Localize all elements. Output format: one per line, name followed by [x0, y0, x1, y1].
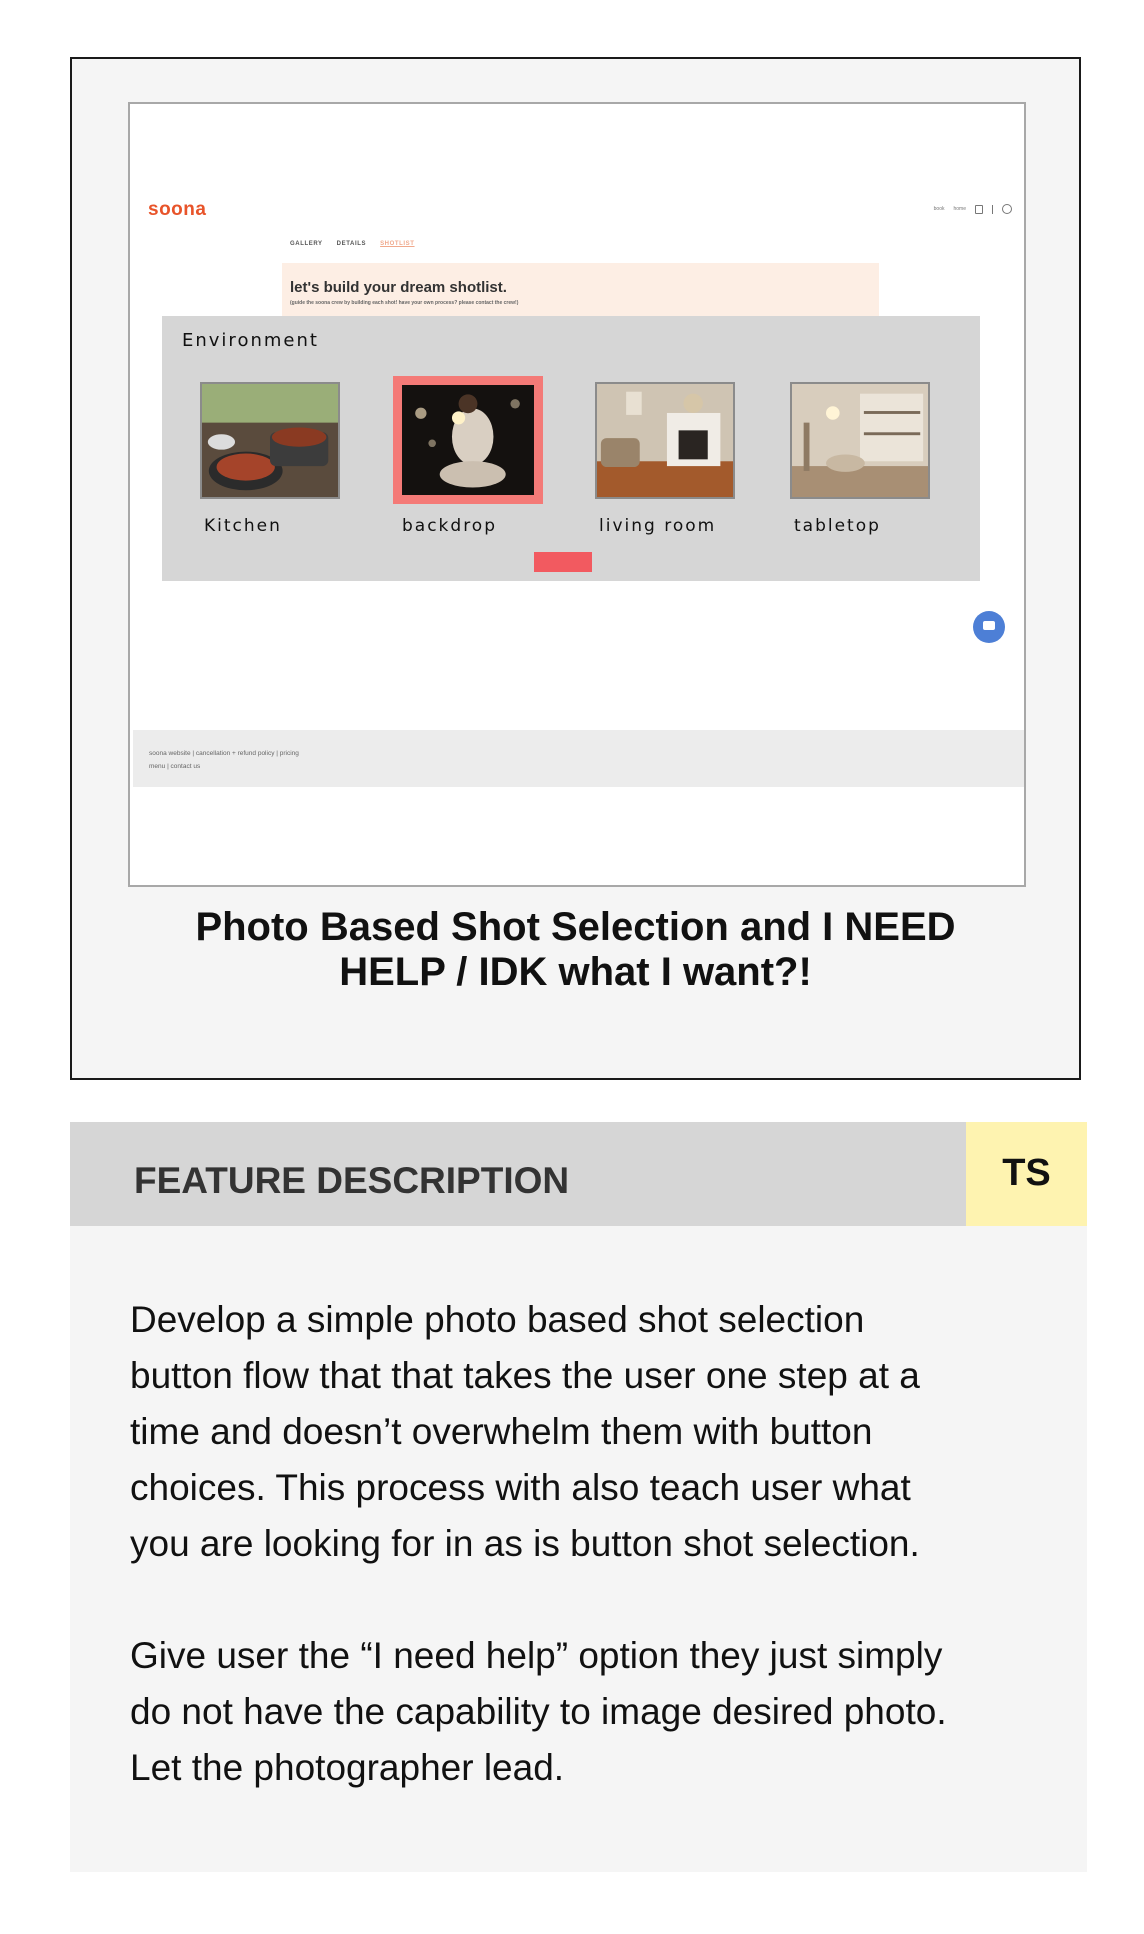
tabletop-photo[interactable]: [790, 382, 930, 499]
p1-line-1: Develop a simple photo based shot select…: [130, 1299, 865, 1340]
shotlist-banner: let's build your dream shotlist. (guide …: [282, 263, 879, 317]
p2-line-2: do not have the capability to image desi…: [130, 1691, 947, 1732]
sub-nav: GALLERY DETAILS SHOTLIST: [290, 241, 415, 247]
nav-divider: [992, 204, 993, 214]
caption-line-1: Photo Based Shot Selection and I NEED: [195, 905, 956, 949]
ts-tag: TS: [966, 1122, 1087, 1226]
feature-description-header: FEATURE DESCRIPTION: [70, 1122, 966, 1226]
option-living-room-label: living room: [599, 516, 717, 536]
option-tabletop-label: tabletop: [794, 516, 881, 536]
shopping-bag-icon[interactable]: [975, 204, 983, 214]
feature-description-title: FEATURE DESCRIPTION: [134, 1160, 570, 1201]
banner-subtitle: (guide the soona crew by building each s…: [290, 300, 519, 306]
p1-line-3: time and doesn’t overwhelm them with but…: [130, 1411, 873, 1452]
picker-label: Environment: [182, 330, 319, 351]
backdrop-photo[interactable]: [393, 376, 543, 504]
mockup-caption: Photo Based Shot Selection and I NEED HE…: [72, 905, 1079, 995]
caption-line-2: HELP / IDK what I want?!: [339, 950, 812, 994]
p1-line-4: choices. This process with also teach us…: [130, 1467, 911, 1508]
footer-links-line1[interactable]: soona website | cancellation + refund po…: [149, 747, 299, 760]
next-button[interactable]: [534, 552, 592, 572]
app-screenshot: soona book home GALLERY DETAILS SHOTLIST…: [128, 102, 1026, 887]
feature-paragraph-1: Develop a simple photo based shot select…: [130, 1292, 1040, 1572]
footer-links-line2[interactable]: menu | contact us: [149, 760, 299, 773]
tab-gallery[interactable]: GALLERY: [290, 241, 323, 247]
feature-paragraph-2: Give user the “I need help” option they …: [130, 1628, 1040, 1796]
nav-book-link[interactable]: book: [934, 206, 945, 212]
kitchen-photo[interactable]: [200, 382, 340, 499]
ts-tag-label: TS: [1002, 1152, 1051, 1194]
p1-line-5: you are looking for in as is button shot…: [130, 1523, 920, 1564]
tab-details[interactable]: DETAILS: [337, 241, 366, 247]
top-nav: book home: [934, 204, 1012, 214]
tab-shotlist[interactable]: SHOTLIST: [380, 241, 414, 247]
environment-picker: Environment Kitchen backdrop living room…: [162, 316, 980, 581]
option-backdrop-label: backdrop: [402, 516, 497, 536]
help-icon[interactable]: [1002, 204, 1012, 214]
banner-title: let's build your dream shotlist.: [290, 279, 507, 296]
p1-line-2: button flow that that takes the user one…: [130, 1355, 920, 1396]
site-footer: soona website | cancellation + refund po…: [133, 730, 1024, 787]
feature-mockup-card: soona book home GALLERY DETAILS SHOTLIST…: [70, 57, 1081, 1080]
p2-line-1: Give user the “I need help” option they …: [130, 1635, 943, 1676]
p2-line-3: Let the photographer lead.: [130, 1747, 565, 1788]
chat-bubble-icon[interactable]: [973, 611, 1005, 643]
living-room-photo[interactable]: [595, 382, 735, 499]
feature-description-body: Develop a simple photo based shot select…: [70, 1226, 1087, 1872]
soona-logo[interactable]: soona: [148, 199, 206, 221]
nav-home-link[interactable]: home: [953, 206, 966, 212]
option-kitchen-label: Kitchen: [204, 516, 282, 536]
